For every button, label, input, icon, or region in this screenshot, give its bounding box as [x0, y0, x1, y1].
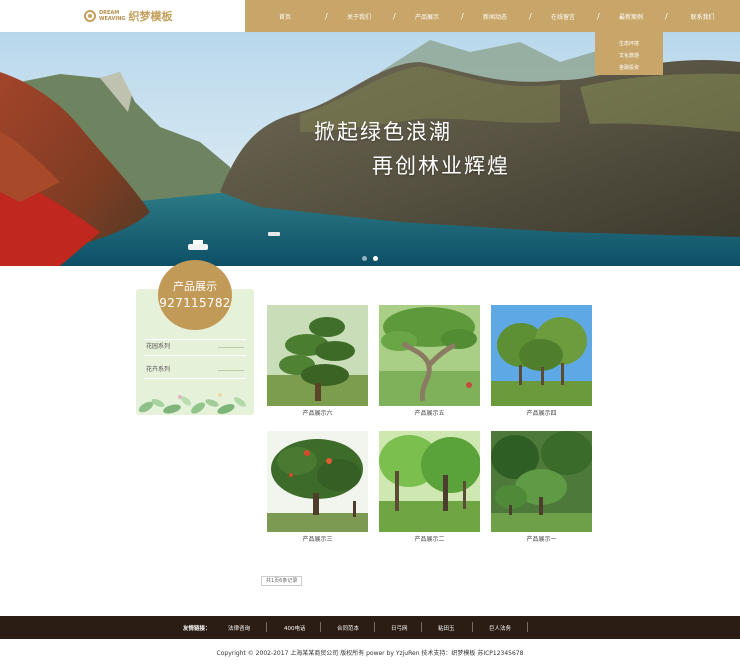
- product-card[interactable]: 产品展示六: [267, 305, 368, 417]
- product-image[interactable]: [267, 305, 368, 406]
- friend-link-divider: [374, 622, 375, 632]
- nav-contact[interactable]: 联系我们: [665, 12, 740, 21]
- friend-links-label: 友情链接：: [183, 626, 211, 632]
- dropdown-item-culture[interactable]: 文化旅游: [595, 50, 663, 62]
- logo-english: DREAM WEAVING: [99, 10, 125, 22]
- slider-dot-active[interactable]: [373, 256, 378, 261]
- pagination-info: 共1页6条记录: [261, 576, 303, 586]
- friend-link-divider: [421, 622, 422, 632]
- sidebar-item-line: [218, 370, 244, 371]
- friend-link-divider: [472, 622, 473, 632]
- sidebar-item-garden[interactable]: 花园系列: [146, 340, 244, 354]
- sidebar-title-badge: 产品展示 927115782: [158, 260, 232, 330]
- logo-chinese: 织梦模板: [128, 10, 173, 23]
- nav-message[interactable]: 在线留言: [529, 12, 597, 21]
- dropdown-item-ecology[interactable]: 生态环境: [595, 38, 663, 50]
- product-caption[interactable]: 产品展示二: [379, 534, 480, 543]
- friend-link[interactable]: 400电话: [284, 624, 306, 632]
- nav-news[interactable]: 新闻动态: [461, 12, 529, 21]
- friend-link[interactable]: 粘田玉: [438, 624, 455, 632]
- logo-mark-icon: [84, 10, 96, 22]
- nav-dropdown-cases: 生态环境 文化旅游 金融投资: [595, 32, 663, 75]
- product-caption[interactable]: 产品展示五: [379, 408, 480, 417]
- product-card[interactable]: 产品展示二: [379, 431, 480, 543]
- site-header: DREAM WEAVING 织梦模板 首页 / 关于我们 / 产品展示 / 新闻…: [0, 0, 740, 32]
- friend-link[interactable]: 日弓网: [391, 624, 408, 632]
- copyright-text: Copyright © 2002-2017 上海某某商贸公司 版权所有 powe…: [216, 650, 524, 657]
- product-image[interactable]: [379, 431, 480, 532]
- nav-about[interactable]: 关于我们: [325, 12, 393, 21]
- product-card[interactable]: 产品展示五: [379, 305, 480, 417]
- sidebar-item-flowers[interactable]: 花卉系列: [146, 363, 244, 377]
- product-image[interactable]: [379, 305, 480, 406]
- logo-en-line2: WEAVING: [99, 16, 126, 22]
- sidebar-item-line: [218, 347, 244, 348]
- sidebar-item-label: 花园系列: [146, 343, 171, 350]
- banner-slogan-line2: 再创林业辉煌: [372, 154, 510, 178]
- slider-dot[interactable]: [362, 256, 367, 261]
- sidebar-divider: [144, 378, 246, 379]
- friend-link[interactable]: 合同范本: [337, 624, 359, 632]
- friend-link-divider: [266, 622, 267, 632]
- product-card[interactable]: 产品展示三: [267, 431, 368, 543]
- sidebar-phone: 927115782: [159, 296, 231, 310]
- product-caption[interactable]: 产品展示六: [267, 408, 368, 417]
- product-image[interactable]: [491, 305, 592, 406]
- site-logo[interactable]: DREAM WEAVING 织梦模板: [84, 8, 172, 24]
- nav-home[interactable]: 首页: [245, 12, 325, 21]
- leaves-decoration-icon: [138, 393, 246, 414]
- product-caption[interactable]: 产品展示四: [491, 408, 592, 417]
- footer-links-bar: [0, 616, 740, 639]
- product-caption[interactable]: 产品展示三: [267, 534, 368, 543]
- friend-link-divider: [320, 622, 321, 632]
- product-image[interactable]: [267, 431, 368, 532]
- product-card[interactable]: 产品展示四: [491, 305, 592, 417]
- product-caption[interactable]: 产品展示一: [491, 534, 592, 543]
- friend-link[interactable]: 巨人法务: [489, 624, 511, 632]
- sidebar-item-label: 花卉系列: [146, 366, 171, 373]
- sidebar-divider: [144, 355, 246, 356]
- slider-dots: [362, 256, 378, 261]
- friend-link-divider: [527, 622, 528, 632]
- main-nav: 首页 / 关于我们 / 产品展示 / 新闻动态 / 在线留言 / 最新案例 / …: [245, 0, 740, 32]
- friend-link[interactable]: 法律咨询: [228, 624, 250, 632]
- dropdown-item-finance[interactable]: 金融投资: [595, 62, 663, 74]
- product-card[interactable]: 产品展示一: [491, 431, 592, 543]
- banner-slogan-line1: 掀起绿色浪潮: [314, 120, 452, 144]
- sidebar-title: 产品展示: [173, 280, 217, 293]
- nav-cases[interactable]: 最新案例: [597, 12, 665, 21]
- product-image[interactable]: [491, 431, 592, 532]
- nav-products[interactable]: 产品展示: [393, 12, 461, 21]
